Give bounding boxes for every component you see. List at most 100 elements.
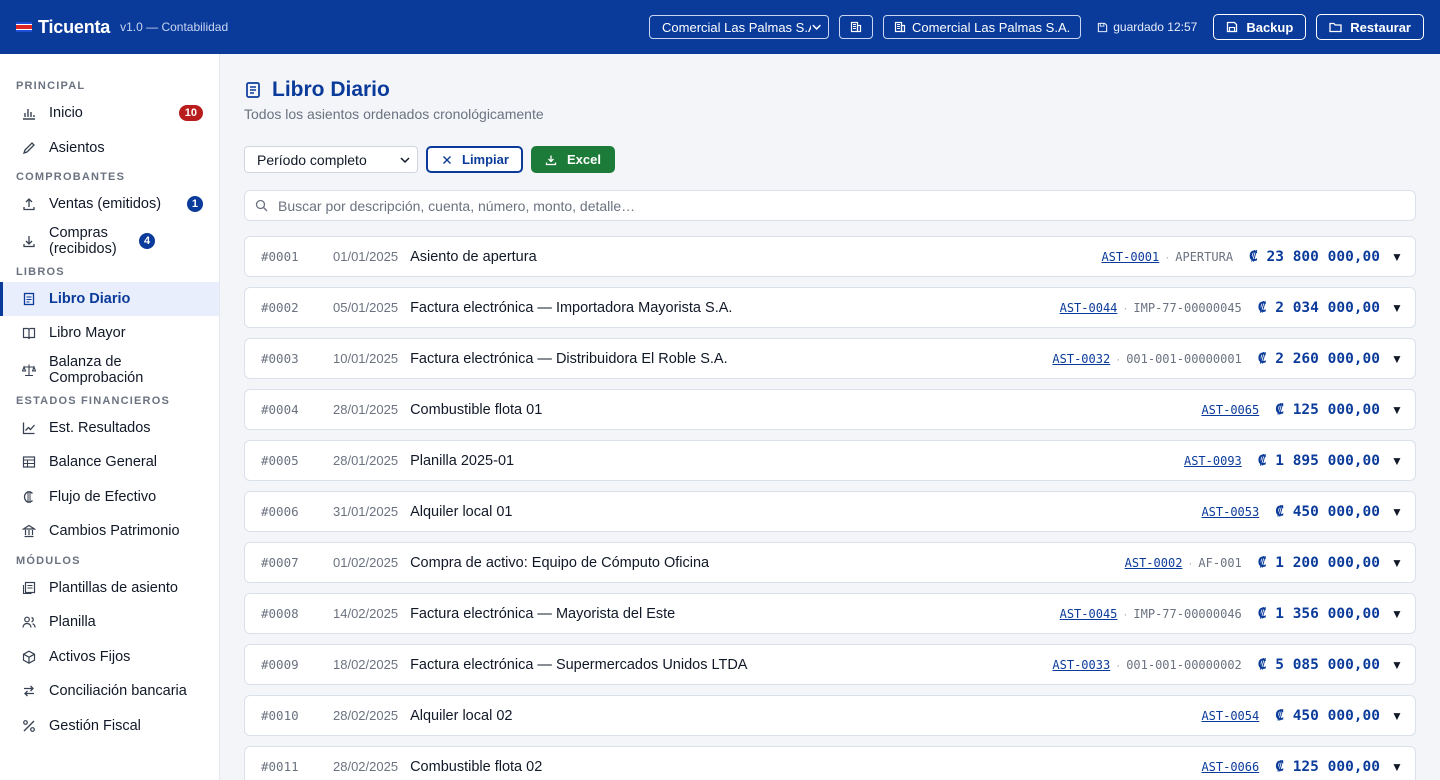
entry-reference-link[interactable]: AST-0053 (1201, 505, 1259, 519)
sidebar-item-asientos[interactable]: Asientos (0, 131, 219, 166)
sidebar-item-plantillas[interactable]: Plantillas de asiento (0, 571, 219, 606)
sidebar-section-title: LIBROS (16, 265, 65, 278)
entry-date: 01/02/2025 (333, 555, 399, 570)
journal-entry-row[interactable]: #0010 28/02/2025 Alquiler local 02 AST-0054… (244, 695, 1416, 736)
entry-document-number: IMP-77-00000046 (1133, 606, 1242, 621)
brand[interactable]: Ticuenta v1.0 — Contabilidad (16, 17, 228, 38)
expand-caret-icon[interactable]: ▼ (1391, 607, 1403, 621)
sidebar-item-label: Libro Mayor (49, 325, 126, 342)
entry-reference-link[interactable]: AST-0002 (1125, 556, 1183, 570)
journal-entry-row[interactable]: #0002 05/01/2025 Factura electrónica — Imp… (244, 287, 1416, 328)
restore-label: Restaurar (1350, 19, 1411, 35)
users-icon (20, 613, 38, 631)
journal-entry-row[interactable]: #0005 28/01/2025 Planilla 2025-01 AST-0093 ₡… (244, 440, 1416, 481)
entry-date: 01/01/2025 (333, 249, 399, 264)
chevron-down-icon (812, 24, 821, 30)
entry-date: 31/01/2025 (333, 504, 399, 519)
entry-document-number: IMP-77-00000045 (1133, 300, 1242, 315)
entry-description: Compra de activo: Equipo de Cómputo Ofic… (410, 554, 710, 571)
entry-amount: ₡ 450 000,00 (1275, 503, 1380, 520)
entry-number: #0010 (261, 708, 299, 723)
sidebar-item-libro-diario[interactable]: Libro Diario (0, 281, 219, 316)
entry-reference-link[interactable]: AST-0065 (1201, 403, 1259, 417)
count-badge: 4 (139, 232, 156, 249)
entry-reference-link[interactable]: AST-0033 (1052, 658, 1110, 672)
entry-reference-link[interactable]: AST-0045 (1060, 607, 1118, 621)
sidebar-item-balanza[interactable]: Balanza de Comprobación (0, 351, 219, 389)
sidebar-section-title: MÓDULOS (16, 554, 81, 567)
scale-icon (20, 361, 38, 379)
sidebar-item-activos-fijos[interactable]: Activos Fijos (0, 640, 219, 675)
restore-button[interactable]: Restaurar (1316, 14, 1424, 40)
separator-dot: · (1165, 249, 1170, 264)
download-icon (20, 232, 38, 250)
entry-reference-link[interactable]: AST-0001 (1101, 250, 1159, 264)
entry-number: #0007 (261, 555, 299, 570)
entry-description: Combustible flota 01 (410, 401, 543, 418)
company-label-button[interactable]: Comercial Las Palmas S.A. (883, 15, 1082, 39)
company-select[interactable]: Comercial Las Palmas S.A. (649, 15, 830, 39)
expand-caret-icon[interactable]: ▼ (1391, 709, 1403, 723)
expand-caret-icon[interactable]: ▼ (1391, 403, 1403, 417)
sidebar-item-cambios-patrimonio[interactable]: Cambios Patrimonio (0, 514, 219, 549)
sidebar-item-inicio[interactable]: Inicio 10 (0, 96, 219, 131)
entry-reference-link[interactable]: AST-0044 (1060, 301, 1118, 315)
sidebar-item-compras[interactable]: Compras (recibidos) 4 (0, 222, 219, 260)
entry-reference-link[interactable]: AST-0054 (1201, 709, 1259, 723)
expand-caret-icon[interactable]: ▼ (1391, 658, 1403, 672)
expand-caret-icon[interactable]: ▼ (1391, 352, 1403, 366)
sidebar-item-balance-general[interactable]: Balance General (0, 445, 219, 480)
entry-number: #0009 (261, 657, 299, 672)
notification-badge: 10 (178, 105, 203, 122)
excel-export-button[interactable]: Excel (530, 146, 615, 173)
entry-date: 28/01/2025 (333, 453, 399, 468)
sidebar-item-label: Libro Diario (49, 290, 131, 307)
backup-button[interactable]: Backup (1213, 14, 1307, 40)
building-icon (850, 21, 862, 33)
entry-document-number: APERTURA (1175, 249, 1234, 264)
separator-dot: · (1123, 300, 1128, 315)
journal-entry-row[interactable]: #0007 01/02/2025 Compra de activo: Equipo … (244, 542, 1416, 583)
download-icon (545, 155, 557, 165)
period-select[interactable]: Período completo (244, 146, 418, 173)
expand-caret-icon[interactable]: ▼ (1391, 301, 1403, 315)
folder-icon (1329, 22, 1342, 33)
journal-entry-row[interactable]: #0011 28/02/2025 Combustible flota 02 AST-0… (244, 746, 1416, 780)
line-chart-icon (20, 419, 38, 437)
journal-entry-row[interactable]: #0006 31/01/2025 Alquiler local 01 AST-0053… (244, 491, 1416, 532)
sidebar-item-flujo-efectivo[interactable]: Flujo de Efectivo (0, 480, 219, 515)
sidebar-item-gestion-fiscal[interactable]: Gestión Fiscal (0, 709, 219, 744)
expand-caret-icon[interactable]: ▼ (1391, 454, 1403, 468)
sidebar-item-libro-mayor[interactable]: Libro Mayor (0, 316, 219, 351)
clear-button[interactable]: Limpiar (426, 146, 523, 173)
journal-entry-row[interactable]: #0004 28/01/2025 Combustible flota 01 AST-0… (244, 389, 1416, 430)
search-input[interactable] (278, 197, 1405, 214)
sidebar-item-ventas[interactable]: Ventas (emitidos) 1 (0, 187, 219, 222)
swap-icon (20, 682, 38, 700)
expand-caret-icon[interactable]: ▼ (1391, 556, 1403, 570)
expand-caret-icon[interactable]: ▼ (1391, 250, 1403, 264)
entry-reference-link[interactable]: AST-0066 (1201, 760, 1259, 774)
entry-number: #0006 (261, 504, 299, 519)
sidebar-item-label: Conciliación bancaria (49, 683, 187, 700)
company-settings-button[interactable] (839, 15, 874, 39)
journal-entry-row[interactable]: #0001 01/01/2025 Asiento de apertura AST-00… (244, 236, 1416, 277)
journal-entry-row[interactable]: #0008 14/02/2025 Factura electrónica — May… (244, 593, 1416, 634)
sidebar-item-est-resultados[interactable]: Est. Resultados (0, 411, 219, 446)
pencil-icon (20, 139, 38, 157)
journal-entry-row[interactable]: #0003 10/01/2025 Factura electrónica — Dis… (244, 338, 1416, 379)
sidebar-item-conciliacion[interactable]: Conciliación bancaria (0, 674, 219, 709)
expand-caret-icon[interactable]: ▼ (1391, 760, 1403, 774)
expand-caret-icon[interactable]: ▼ (1391, 505, 1403, 519)
sidebar-item-label: Inicio (49, 105, 83, 122)
company-label: Comercial Las Palmas S.A. (912, 19, 1071, 35)
sidebar-item-planilla[interactable]: Planilla (0, 605, 219, 640)
save-status-text: guardado 12:57 (1113, 20, 1198, 34)
entry-reference-link[interactable]: AST-0032 (1052, 352, 1110, 366)
entry-amount: ₡ 2 260 000,00 (1257, 350, 1380, 367)
entry-reference-link[interactable]: AST-0093 (1184, 454, 1242, 468)
entry-description: Factura electrónica — Supermercados Unid… (410, 656, 748, 673)
currency-icon (20, 488, 38, 506)
journal-entry-row[interactable]: #0009 18/02/2025 Factura electrónica — Sup… (244, 644, 1416, 685)
separator-dot: · (1188, 555, 1193, 570)
